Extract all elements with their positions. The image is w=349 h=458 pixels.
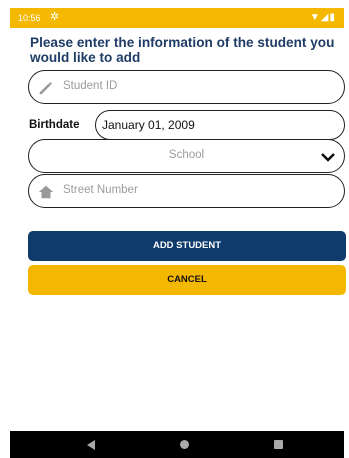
page-title: Please enter the information of the stud… xyxy=(30,35,335,65)
student-id-field[interactable]: Student ID xyxy=(28,70,345,104)
home-icon xyxy=(38,185,54,199)
school-placeholder: School xyxy=(168,149,205,161)
cancel-button[interactable]: CANCEL xyxy=(28,265,346,295)
pencil-icon xyxy=(39,81,53,95)
settings-gear-icon: ✲ xyxy=(50,11,60,23)
add-student-button[interactable]: ADD STUDENT xyxy=(28,231,346,261)
school-select[interactable]: School xyxy=(28,139,345,173)
birthdate-value: January 01, 2009 xyxy=(102,118,195,132)
student-id-placeholder: Student ID xyxy=(63,80,118,92)
street-number-placeholder: Street Number xyxy=(63,184,138,196)
recent-apps-icon[interactable] xyxy=(274,440,283,449)
birthdate-field[interactable]: January 01, 2009 xyxy=(95,110,345,140)
birthdate-label: Birthdate xyxy=(29,119,80,131)
chevron-down-icon xyxy=(321,153,335,162)
navigation-bar xyxy=(10,431,344,458)
status-icons: ▼◢▮ xyxy=(309,12,336,23)
status-time: 10:56 xyxy=(18,13,41,23)
home-circle-icon[interactable] xyxy=(180,440,189,449)
back-icon[interactable] xyxy=(87,440,95,450)
status-bar: 10:56 ✲ ▼◢▮ xyxy=(10,8,344,28)
street-number-field[interactable]: Street Number xyxy=(28,174,345,208)
